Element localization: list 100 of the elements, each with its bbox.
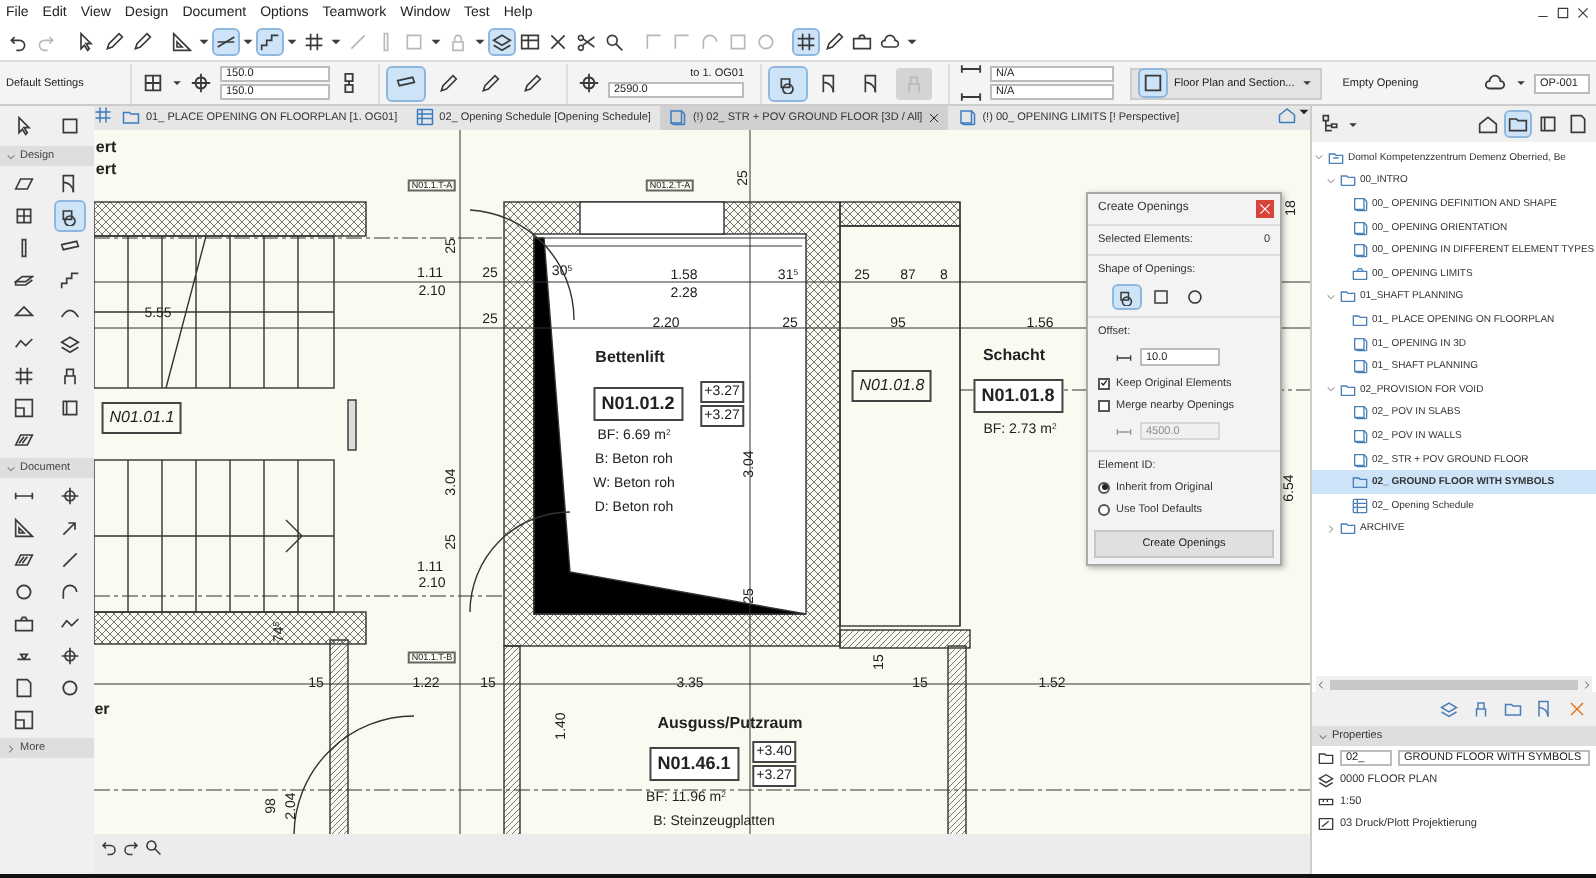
cloud-icon[interactable] — [878, 30, 902, 54]
pencil-icon[interactable] — [822, 30, 846, 54]
page-icon — [1352, 451, 1368, 468]
scissors-icon[interactable] — [574, 30, 598, 54]
room-name: Schacht — [982, 347, 1046, 364]
page-icon — [668, 108, 687, 127]
chevron-down-icon[interactable] — [1314, 152, 1324, 163]
zone-number: N01.01.8 — [851, 369, 933, 402]
square-icon[interactable] — [1148, 285, 1174, 308]
folder-icon — [1352, 474, 1368, 491]
pencil-icon[interactable] — [130, 30, 154, 54]
checkbox[interactable] — [1098, 399, 1110, 412]
page-icon — [1352, 427, 1368, 444]
radio-button[interactable] — [1098, 481, 1110, 494]
caret-icon[interactable] — [286, 36, 298, 48]
table-icon — [415, 108, 434, 127]
triangle-icon[interactable] — [9, 514, 38, 542]
folder-icon — [122, 108, 140, 127]
undo-icon[interactable] — [100, 838, 118, 857]
house-icon[interactable] — [1476, 112, 1500, 136]
arrow-pointer-icon[interactable] — [74, 30, 98, 54]
caret-icon[interactable] — [474, 36, 486, 48]
caret-icon[interactable] — [1348, 119, 1358, 129]
layers-icon[interactable] — [490, 30, 514, 54]
room-name: Ausguss/Putzraum — [657, 715, 803, 732]
square-icon — [1140, 70, 1166, 96]
pencil-icon[interactable] — [102, 30, 126, 54]
beam-icon[interactable] — [388, 67, 424, 99]
chevron-down-icon[interactable] — [1326, 384, 1336, 395]
caret-icon[interactable] — [1516, 78, 1526, 88]
room-number: N01.01.2 — [593, 386, 683, 421]
close-button[interactable] — [1256, 199, 1274, 218]
caret-icon[interactable] — [430, 36, 442, 48]
close-icon — [1258, 201, 1272, 216]
redo-icon[interactable] — [122, 838, 140, 857]
search-icon[interactable] — [602, 30, 626, 54]
opening-icon[interactable] — [770, 67, 806, 99]
folder-icon[interactable] — [1502, 698, 1524, 720]
pen-square-icon — [1318, 815, 1334, 831]
caret-icon[interactable] — [242, 36, 254, 48]
target-icon[interactable] — [188, 70, 214, 96]
chevron-left-icon[interactable] — [1316, 679, 1326, 689]
chevron-right-icon[interactable] — [6, 743, 16, 753]
folder-icon — [1340, 381, 1356, 398]
caret-icon — [1302, 78, 1313, 88]
stairs-icon[interactable] — [258, 30, 282, 54]
table-icon — [1352, 497, 1368, 514]
opening-icon[interactable] — [1114, 285, 1140, 308]
page-icon — [1352, 358, 1368, 375]
chevron-right-icon[interactable] — [1326, 523, 1336, 534]
folder-icon — [1318, 749, 1334, 765]
page-icon — [1352, 335, 1368, 352]
target-icon[interactable] — [576, 70, 602, 96]
layers-icon — [1318, 771, 1334, 787]
room-name: ert — [95, 139, 117, 156]
chevron-down-icon[interactable] — [6, 463, 16, 473]
chevron-right-icon[interactable] — [1582, 679, 1592, 689]
scrollbar-thumb[interactable] — [1330, 679, 1578, 689]
grid-icon[interactable] — [794, 30, 818, 54]
opening-icon[interactable] — [56, 202, 85, 230]
caret-icon[interactable] — [198, 36, 210, 48]
room-name: er — [94, 701, 110, 718]
room-number: N01.46.1 — [649, 746, 739, 781]
window-icon[interactable] — [140, 70, 166, 96]
triangle-icon[interactable] — [170, 30, 194, 54]
search-icon[interactable] — [144, 838, 162, 857]
hierarchy-icon[interactable] — [1318, 112, 1342, 136]
close-icon[interactable] — [928, 111, 941, 124]
grid-icon[interactable] — [302, 30, 326, 54]
zone-icon[interactable] — [9, 706, 38, 734]
page-icon — [958, 108, 977, 127]
page-icon — [1352, 219, 1368, 236]
checkbox[interactable] — [1098, 377, 1110, 390]
room-number: N01.01.8 — [973, 378, 1063, 413]
close-icon[interactable] — [1576, 5, 1590, 19]
chevron-down-icon[interactable] — [1326, 175, 1336, 186]
chevron-down-icon[interactable] — [6, 151, 16, 161]
page-icon — [1352, 242, 1368, 259]
folder-icon — [1340, 172, 1356, 189]
zone-icon[interactable] — [9, 394, 38, 422]
close-icon[interactable] — [546, 30, 570, 54]
page-icon[interactable] — [1566, 112, 1590, 136]
maximize-icon[interactable] — [1556, 5, 1570, 19]
room-name: Bettenlift — [595, 349, 665, 366]
folder-icon[interactable] — [1506, 112, 1530, 136]
zone-number: N01.01.1 — [101, 401, 183, 434]
ruler-icon — [1318, 793, 1334, 809]
chevron-down-icon[interactable] — [1318, 731, 1328, 741]
table-icon[interactable] — [518, 30, 542, 54]
caret-icon[interactable] — [172, 78, 182, 88]
folder-icon — [1340, 520, 1356, 537]
page-icon — [1352, 404, 1368, 421]
guide-icon[interactable] — [214, 30, 238, 54]
room-name: ert — [95, 161, 117, 178]
book-icon[interactable] — [1536, 112, 1560, 136]
radio-button[interactable] — [1098, 503, 1110, 516]
caret-icon[interactable] — [330, 36, 342, 48]
caret-icon[interactable] — [906, 36, 918, 48]
chevron-down-icon[interactable] — [1326, 291, 1336, 302]
folder-icon — [1328, 149, 1344, 166]
